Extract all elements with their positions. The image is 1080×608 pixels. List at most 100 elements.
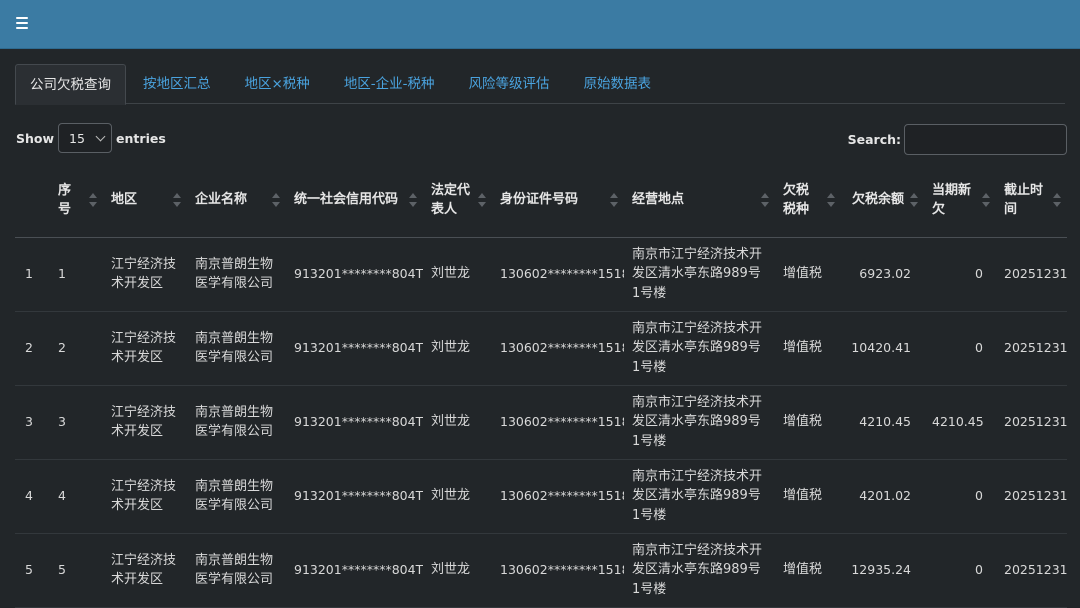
cell-address: 南京市江宁经济技术开发区清水亭东路989号1号楼 <box>624 533 775 608</box>
sort-arrows-icon <box>982 192 990 207</box>
col-header-index[interactable] <box>15 163 50 238</box>
col-header-label: 身份证件号码 <box>500 192 579 208</box>
cell-company: 南京普朗生物医学有限公司 <box>187 237 286 312</box>
table-controls: Show 15 entries Search: <box>16 123 1067 155</box>
col-header-id-number[interactable]: 身份证件号码 <box>492 163 624 238</box>
page-size-select[interactable]: 15 <box>58 123 113 153</box>
cell-id-number: 130602********1518 <box>492 311 624 386</box>
cell-region: 江宁经济技术开发区 <box>103 237 187 312</box>
cell-address: 南京市江宁经济技术开发区清水亭东路989号1号楼 <box>624 311 775 386</box>
col-header-seq[interactable]: 序号 <box>50 163 103 238</box>
cell-seq: 1 <box>50 237 103 312</box>
cell-credit-code: 913201********804T <box>286 385 423 460</box>
cell-region: 江宁经济技术开发区 <box>103 385 187 460</box>
cell-id-number: 130602********1518 <box>492 459 624 534</box>
page-length-control: Show 15 entries <box>16 123 166 153</box>
table-body: 1 1 江宁经济技术开发区 南京普朗生物医学有限公司 913201********804… <box>15 237 1067 608</box>
cell-address: 南京市江宁经济技术开发区清水亭东路989号1号楼 <box>624 385 775 460</box>
cell-arrears-balance: 12935.24 <box>841 533 924 608</box>
cell-tax-type: 增值税 <box>775 237 841 312</box>
col-header-label: 欠税税种 <box>783 182 810 217</box>
cell-company: 南京普朗生物医学有限公司 <box>187 311 286 386</box>
col-header-label: 欠税余额 <box>851 192 904 208</box>
cell-deadline: 20251231 <box>996 237 1067 312</box>
chevron-down-icon <box>95 131 106 141</box>
col-header-label: 当期新欠 <box>932 182 972 217</box>
tab-region-summary[interactable]: 按地区汇总 <box>126 64 228 104</box>
show-label: Show <box>16 130 55 146</box>
cell-arrears-balance: 4201.02 <box>841 459 924 534</box>
tab-region-tax[interactable]: 地区×税种 <box>228 64 327 104</box>
cell-arrears-balance: 4210.45 <box>841 385 924 460</box>
cell-company: 南京普朗生物医学有限公司 <box>187 459 286 534</box>
cell-seq: 3 <box>50 385 103 460</box>
sort-arrows-icon <box>610 192 618 207</box>
col-header-label: 截止时间 <box>1004 182 1044 217</box>
cell-legal-rep: 刘世龙 <box>423 237 492 312</box>
menu-toggle-icon[interactable] <box>16 17 28 29</box>
cell-legal-rep: 刘世龙 <box>423 311 492 386</box>
cell-new-arrears: 0 <box>924 533 996 608</box>
col-header-new-arrears[interactable]: 当期新欠 <box>924 163 996 238</box>
cell-id-number: 130602********1518 <box>492 237 624 312</box>
entries-label: entries <box>116 130 166 146</box>
col-header-label: 法定代表人 <box>431 182 471 217</box>
page-size-value: 15 <box>69 130 85 146</box>
sort-arrows-icon <box>89 192 97 207</box>
top-navbar <box>0 0 1080 49</box>
col-header-arrears-balance[interactable]: 欠税余额 <box>841 163 924 238</box>
cell-new-arrears: 0 <box>924 459 996 534</box>
col-header-address[interactable]: 经营地点 <box>624 163 775 238</box>
tab-region-company-tax[interactable]: 地区-企业-税种 <box>327 64 452 104</box>
sort-arrows-icon <box>761 192 769 207</box>
cell-seq: 2 <box>50 311 103 386</box>
cell-index: 1 <box>15 237 50 312</box>
col-header-label: 统一社会信用代码 <box>294 192 399 208</box>
cell-id-number: 130602********1518 <box>492 385 624 460</box>
table-header-row: 序号 地区 企业名称 统一社会信用代码 法定代表人 身份证件号码 经营地点 欠税… <box>15 163 1067 238</box>
cell-address: 南京市江宁经济技术开发区清水亭东路989号1号楼 <box>624 237 775 312</box>
col-header-label: 地区 <box>111 192 138 208</box>
col-header-legal-rep[interactable]: 法定代表人 <box>423 163 492 238</box>
cell-new-arrears: 0 <box>924 237 996 312</box>
col-header-deadline[interactable]: 截止时间 <box>996 163 1067 238</box>
table-row[interactable]: 4 4 江宁经济技术开发区 南京普朗生物医学有限公司 913201********804… <box>15 459 1067 534</box>
cell-index: 3 <box>15 385 50 460</box>
table-row[interactable]: 5 5 江宁经济技术开发区 南京普朗生物医学有限公司 913201********804… <box>15 533 1067 608</box>
table-row[interactable]: 2 2 江宁经济技术开发区 南京普朗生物医学有限公司 913201********804… <box>15 311 1067 386</box>
cell-deadline: 20251231 <box>996 311 1067 386</box>
sort-arrows-icon <box>827 192 835 207</box>
col-header-label: 经营地点 <box>632 192 685 208</box>
cell-deadline: 20251231 <box>996 459 1067 534</box>
cell-deadline: 20251231 <box>996 533 1067 608</box>
col-header-region[interactable]: 地区 <box>103 163 187 238</box>
sort-arrows-icon <box>910 192 918 207</box>
sort-arrows-icon <box>173 192 181 207</box>
sort-arrows-icon <box>409 192 417 207</box>
cell-tax-type: 增值税 <box>775 533 841 608</box>
table-row[interactable]: 3 3 江宁经济技术开发区 南京普朗生物医学有限公司 913201********804… <box>15 385 1067 460</box>
arrears-table: 序号 地区 企业名称 统一社会信用代码 法定代表人 身份证件号码 经营地点 欠税… <box>15 163 1067 608</box>
cell-credit-code: 913201********804T <box>286 311 423 386</box>
cell-id-number: 130602********1518 <box>492 533 624 608</box>
table-row[interactable]: 1 1 江宁经济技术开发区 南京普朗生物医学有限公司 913201********804… <box>15 237 1067 312</box>
tab-raw-data[interactable]: 原始数据表 <box>567 64 669 104</box>
sort-arrows-icon <box>478 192 486 207</box>
cell-seq: 5 <box>50 533 103 608</box>
search-label: Search: <box>847 131 901 147</box>
col-header-company[interactable]: 企业名称 <box>187 163 286 238</box>
cell-region: 江宁经济技术开发区 <box>103 459 187 534</box>
col-header-tax-type[interactable]: 欠税税种 <box>775 163 841 238</box>
search-control: Search: <box>848 123 1067 155</box>
tab-company-arrears[interactable]: 公司欠税查询 <box>15 64 126 105</box>
cell-tax-type: 增值税 <box>775 311 841 386</box>
cell-legal-rep: 刘世龙 <box>423 385 492 460</box>
cell-deadline: 20251231 <box>996 385 1067 460</box>
tab-risk-assessment[interactable]: 风险等级评估 <box>452 64 567 104</box>
cell-index: 5 <box>15 533 50 608</box>
search-input[interactable] <box>904 123 1067 155</box>
col-header-credit-code[interactable]: 统一社会信用代码 <box>286 163 423 238</box>
col-header-label: 企业名称 <box>195 192 248 208</box>
sort-arrows-icon <box>1053 192 1061 207</box>
cell-new-arrears: 4210.45 <box>924 385 996 460</box>
